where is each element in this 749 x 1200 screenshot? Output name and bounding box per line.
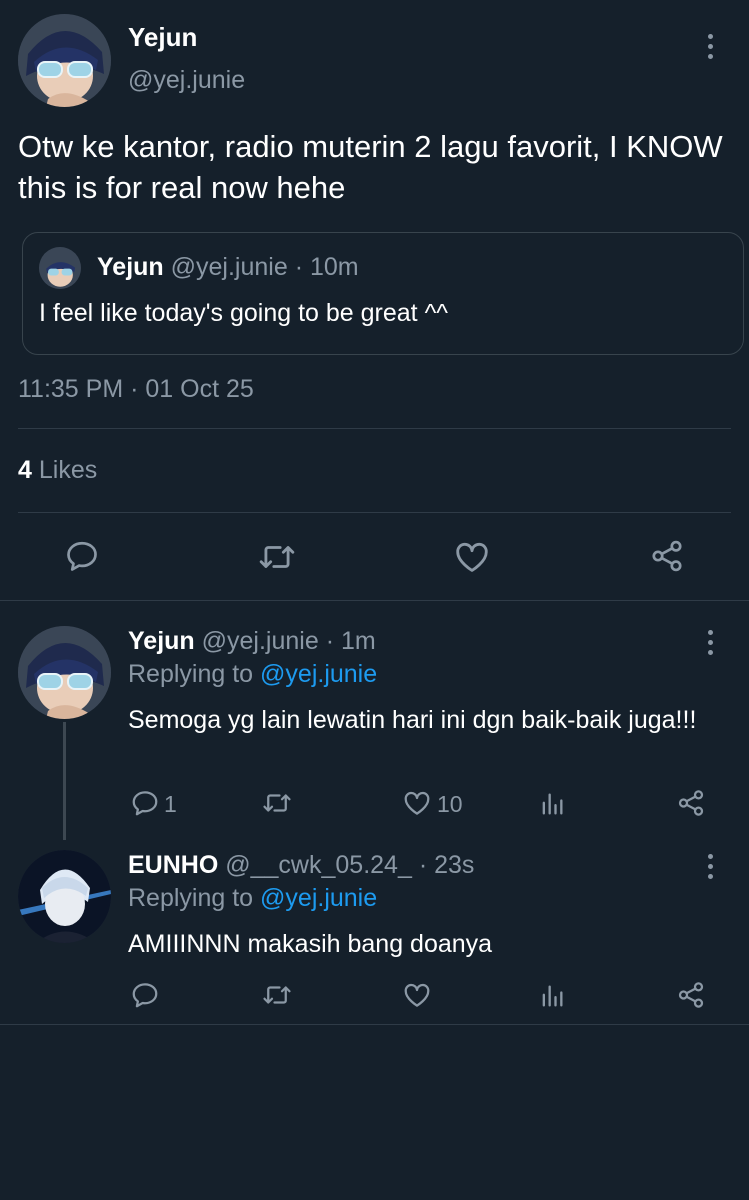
reply-icon[interactable] [130,980,160,1010]
tweet-timestamp: 11:35 PM · 01 Oct 25 [18,375,254,403]
divider [0,1024,749,1025]
share-icon[interactable] [649,538,685,574]
avatar-illustration [18,14,111,107]
replying-to: Replying to @yej.junie [128,884,377,913]
analytics-icon[interactable] [538,790,566,818]
more-icon[interactable] [705,34,715,59]
reply-time: · 23s [418,851,475,879]
quote-author-name: Yejun [97,253,164,281]
reply-header: EUNHO @__cwk_05.24_ · 23s [128,851,474,880]
replying-to-link[interactable]: @yej.junie [260,884,377,912]
reply-author-handle[interactable]: @yej.junie [202,627,319,655]
retweet-icon[interactable] [262,980,292,1010]
like-icon[interactable] [453,538,491,576]
share-icon[interactable] [676,788,706,818]
more-icon[interactable] [705,630,715,655]
reply-time: · 1m [325,627,376,655]
quote-avatar [39,247,81,289]
author-handle[interactable]: @yej.junie [128,66,245,95]
author-avatar[interactable] [18,14,111,107]
quote-author-handle: @yej.junie [170,253,288,281]
replying-to-label: Replying to [128,884,254,912]
reply-count: 1 [164,791,177,817]
reply-text: Semoga yg lain lewatin hari ini dgn baik… [128,706,697,734]
likes-label: Likes [38,456,98,484]
quote-time: · 10m [294,253,359,281]
reply-author-name[interactable]: EUNHO [128,851,218,879]
reply-text: AMIIINNN makasih bang doanya [128,930,493,958]
retweet-icon[interactable] [258,538,296,576]
likes-stat[interactable]: 4 Likes [18,456,97,485]
analytics-icon[interactable] [538,982,566,1010]
like-icon[interactable] [402,788,432,818]
replying-to: Replying to @yej.junie [128,660,377,689]
like-icon[interactable] [402,980,432,1010]
quoted-tweet[interactable]: Yejun @yej.junie · 10m I feel like today… [22,232,744,355]
reply-icon[interactable] [64,538,100,574]
reply-header: Yejun @yej.junie · 1m [128,627,376,656]
retweet-icon[interactable] [262,788,292,818]
likes-count: 4 [18,456,32,484]
reply-author-name[interactable]: Yejun [128,627,195,655]
quote-text: I feel like today's going to be great ^^ [39,299,449,327]
more-icon[interactable] [705,854,715,879]
divider [0,600,749,601]
share-icon[interactable] [676,980,706,1010]
thread-line [63,722,66,840]
author-name[interactable]: Yejun [128,22,197,53]
divider [18,428,731,429]
like-count: 10 [437,791,463,817]
replying-to-link[interactable]: @yej.junie [260,660,377,688]
reply-icon[interactable] [130,788,160,818]
tweet-text: Otw ke kantor, radio muterin 2 lagu favo… [18,129,723,205]
reply-avatar[interactable] [18,626,111,719]
reply-avatar[interactable] [18,850,111,943]
reply-author-handle[interactable]: @__cwk_05.24_ [225,851,412,879]
divider [18,512,731,513]
replying-to-label: Replying to [128,660,254,688]
